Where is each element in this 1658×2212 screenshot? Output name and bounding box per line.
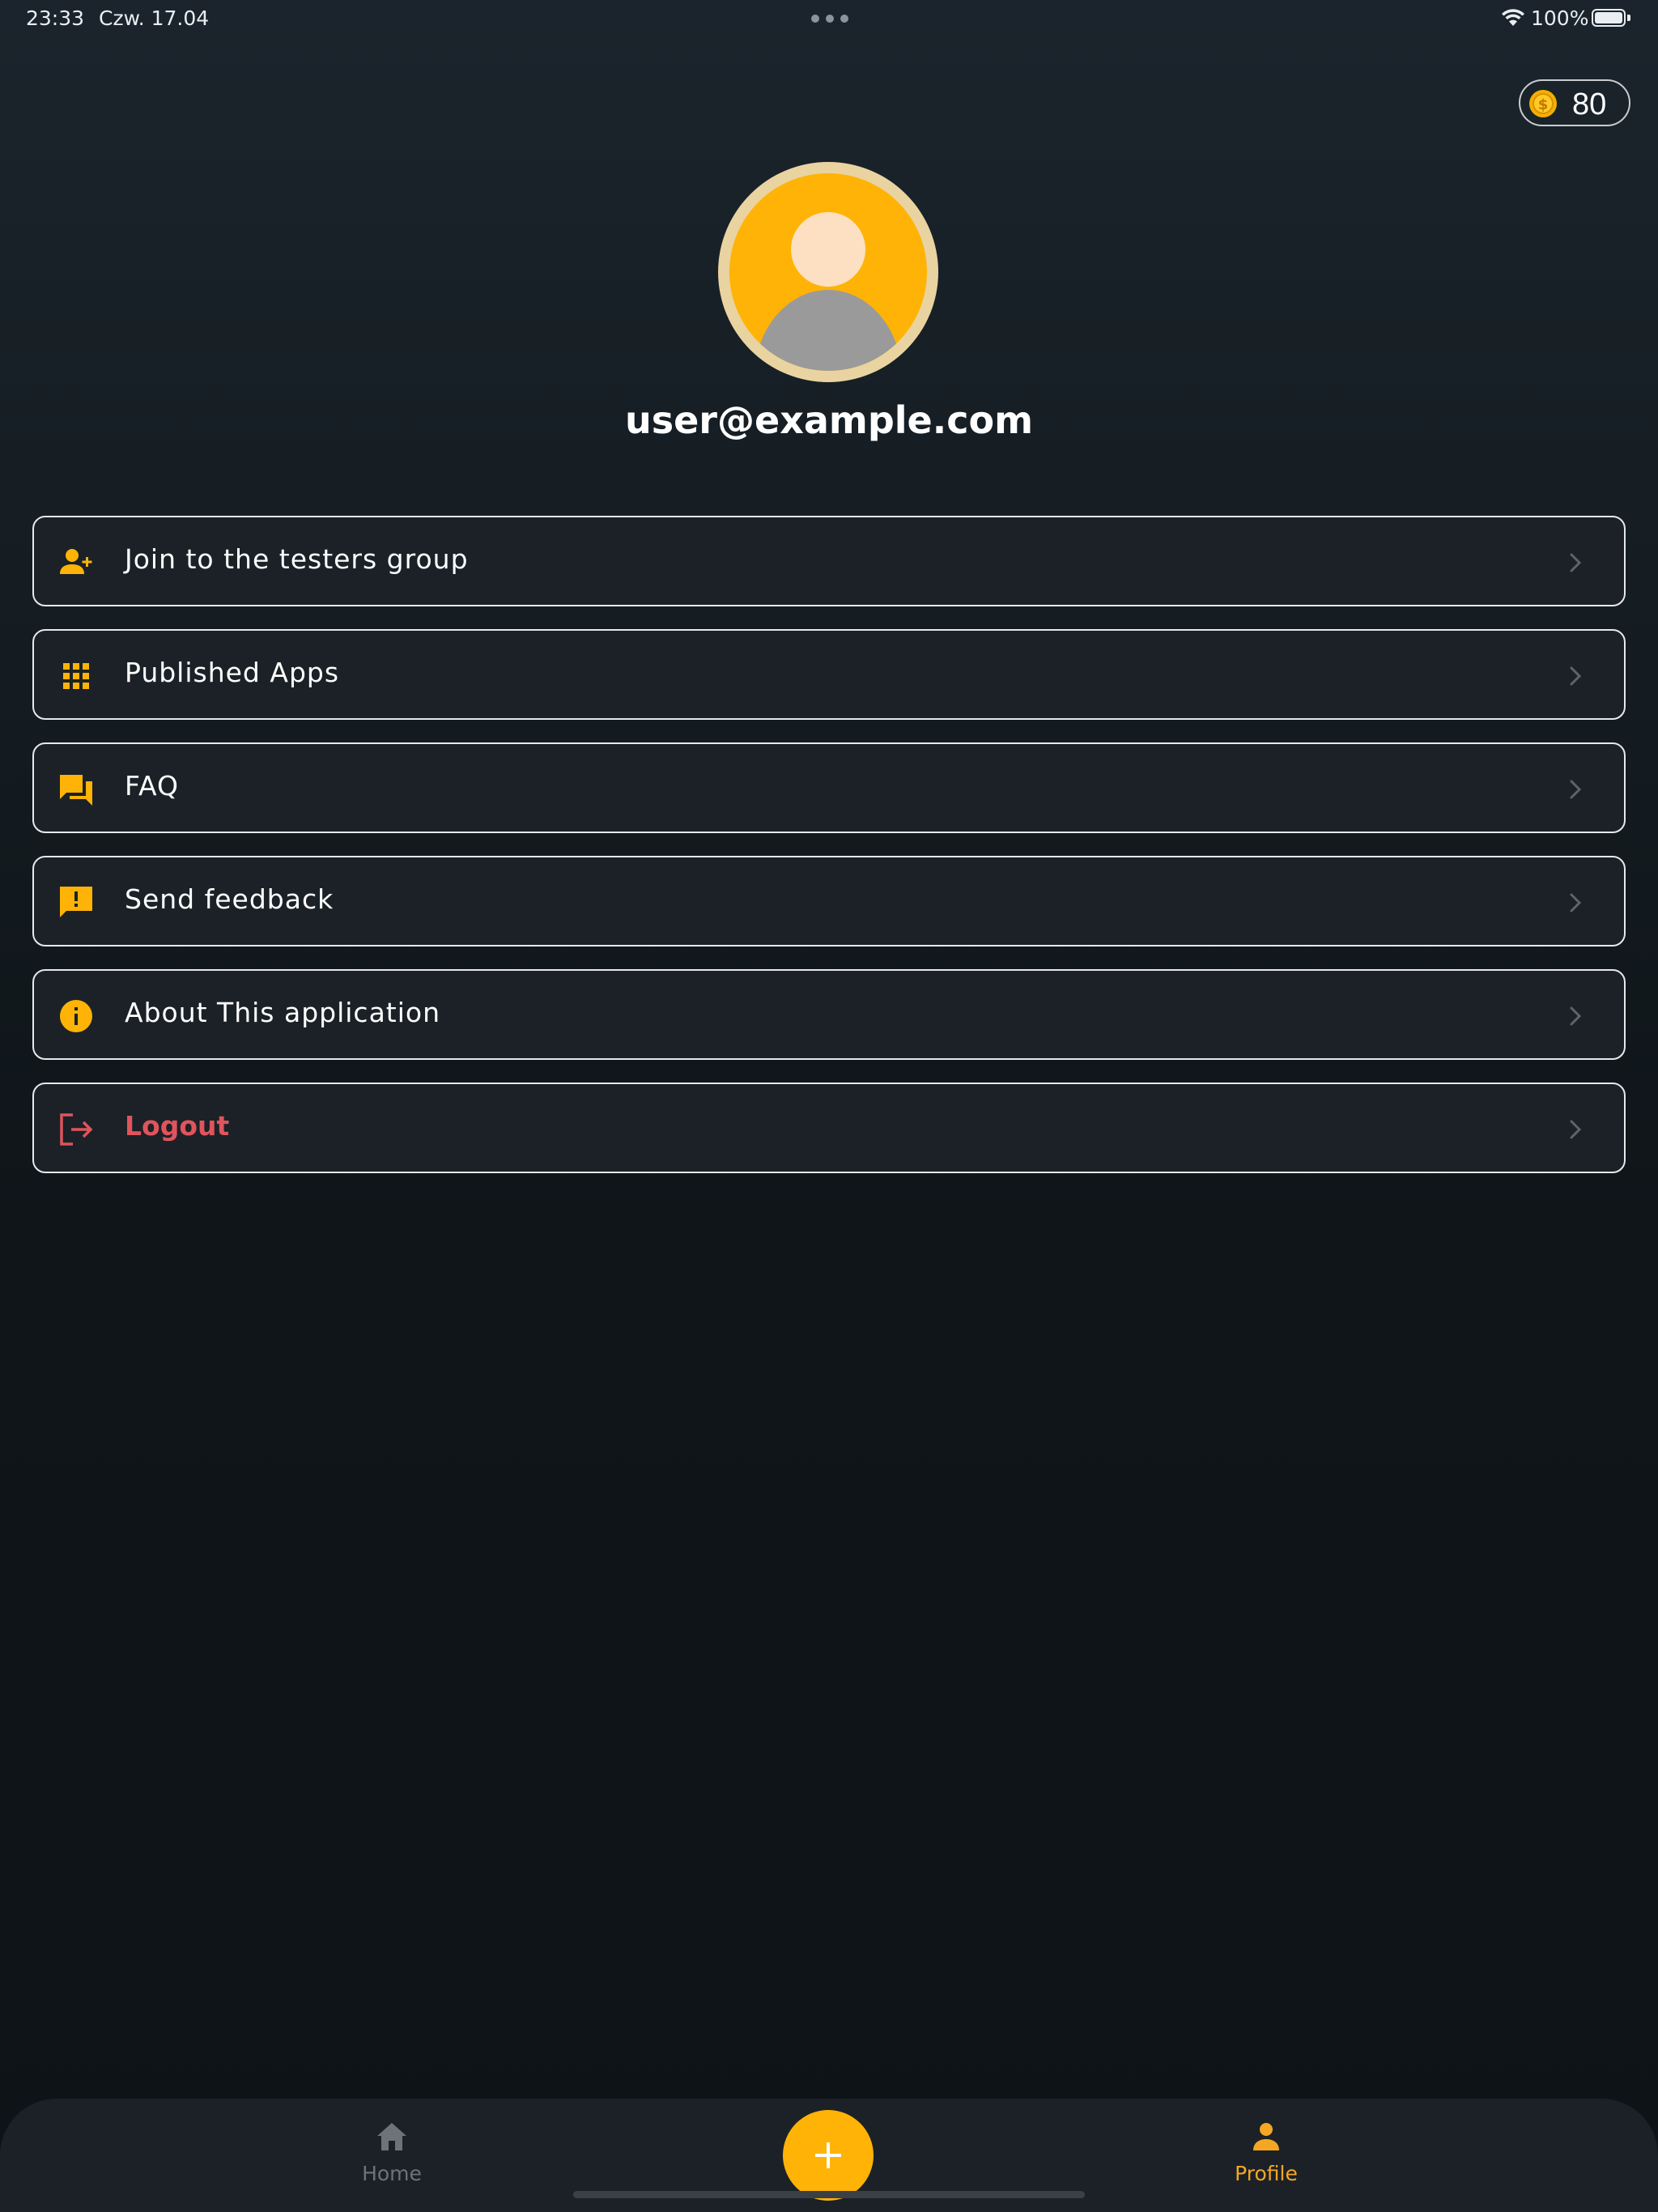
status-time: 23:33 [26, 6, 85, 30]
battery-full-icon [1592, 9, 1630, 28]
menu-item-label: Send feedback [125, 883, 334, 915]
chevron-right-icon [1570, 666, 1582, 686]
plus-icon [815, 2142, 841, 2168]
coin-balance-value: 80 [1572, 87, 1607, 121]
forum-icon [60, 775, 92, 806]
nav-tab-home[interactable]: Home [340, 2099, 444, 2212]
home-indicator[interactable] [573, 2191, 1085, 2198]
menu-item-label: About This application [125, 997, 441, 1028]
chevron-right-icon [1570, 1006, 1582, 1026]
nav-tab-profile-label: Profile [1235, 2162, 1298, 2185]
menu-item-label: FAQ [125, 770, 179, 802]
menu-item-logout[interactable]: Logout [32, 1083, 1626, 1173]
home-icon [377, 2123, 406, 2150]
person-icon [1253, 2123, 1279, 2150]
avatar-placeholder-icon[interactable] [718, 162, 938, 382]
feedback-icon [60, 887, 92, 917]
person-add-icon [60, 549, 92, 574]
menu-item-send-feedback[interactable]: Send feedback [32, 856, 1626, 946]
chevron-right-icon [1570, 893, 1582, 912]
coin-icon: $ [1529, 90, 1557, 117]
menu-item-label: Join to the testers group [125, 543, 469, 575]
menu-item-published-apps[interactable]: Published Apps [32, 629, 1626, 720]
multitasking-dots-icon[interactable] [811, 15, 848, 23]
nav-tab-profile[interactable]: Profile [1214, 2099, 1318, 2212]
menu-item-faq[interactable]: FAQ [32, 742, 1626, 833]
apps-grid-icon [63, 663, 89, 689]
menu-item-label: Published Apps [125, 657, 340, 688]
add-button[interactable] [783, 2110, 874, 2201]
coin-balance-badge[interactable]: $ 80 [1519, 79, 1630, 126]
chevron-right-icon [1570, 780, 1582, 799]
chevron-right-icon [1570, 553, 1582, 572]
logout-icon [60, 1113, 93, 1146]
menu-item-about[interactable]: About This application [32, 969, 1626, 1060]
status-bar: 23:33 Czw. 17.04 100% [0, 0, 1658, 39]
menu-item-label: Logout [125, 1110, 230, 1142]
info-icon [60, 1000, 92, 1032]
wifi-icon [1502, 9, 1524, 26]
chevron-right-icon [1570, 1120, 1582, 1139]
svg-text:$: $ [1538, 96, 1549, 113]
menu-item-join-testers[interactable]: Join to the testers group [32, 516, 1626, 606]
nav-tab-home-label: Home [362, 2162, 422, 2185]
user-email: user@example.com [624, 398, 1034, 442]
battery-percent: 100% [1531, 6, 1589, 30]
status-date: Czw. 17.04 [99, 6, 210, 30]
